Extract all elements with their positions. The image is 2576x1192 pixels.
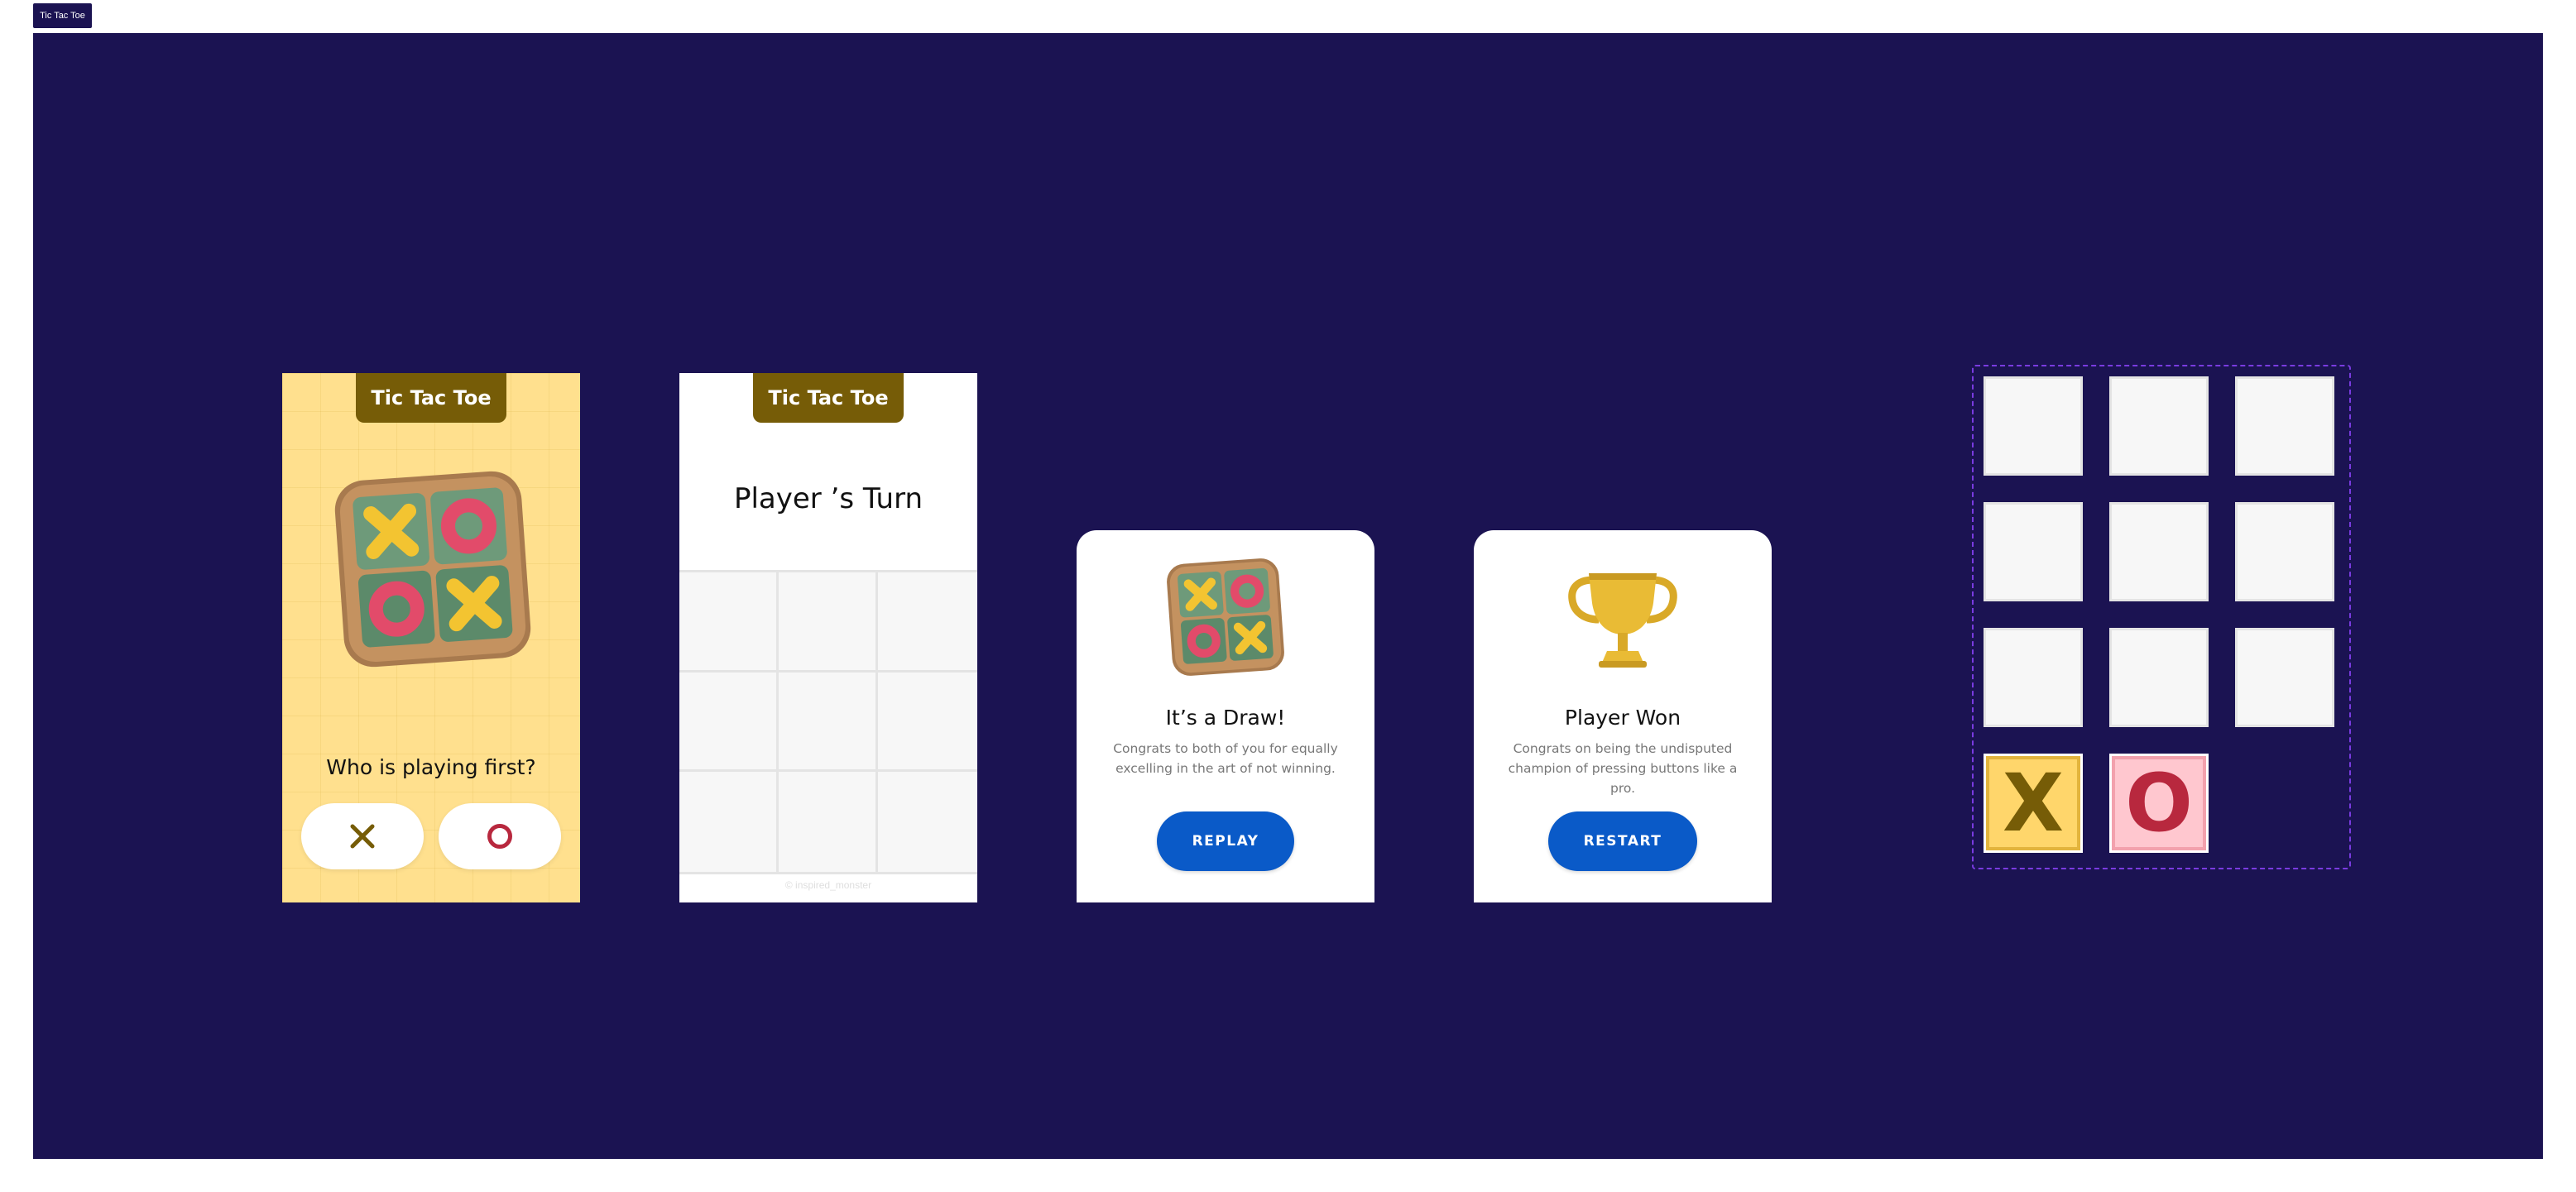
win-message-line: Congrats on being the undisputed	[1513, 741, 1733, 756]
board-cell[interactable]	[878, 772, 977, 872]
board-cell[interactable]	[779, 572, 878, 673]
board-cell[interactable]	[779, 672, 878, 773]
credit-text: © inspired_monster	[784, 879, 872, 891]
empty-tile[interactable]	[2235, 628, 2334, 727]
trophy-icon	[1568, 573, 1677, 668]
tile-components: X O	[1972, 365, 2351, 869]
board-cell[interactable]	[779, 772, 878, 872]
win-title: Player Won	[1564, 706, 1681, 730]
board-cell[interactable]	[679, 772, 779, 872]
x-tile-label: X	[2002, 757, 2064, 850]
game-board	[679, 570, 977, 874]
choose-o-button[interactable]	[439, 803, 561, 869]
o-tile[interactable]: O	[2109, 754, 2209, 853]
board-icon	[1167, 558, 1284, 676]
draw-message-line: excelling in the art of not winning.	[1115, 761, 1336, 776]
draw-card: It’s a Draw! Congrats to both of you for…	[1077, 530, 1374, 902]
game-screen: Tic Tac Toe Player ’s Turn © inspired_mo…	[679, 373, 977, 902]
empty-tile[interactable]	[2235, 376, 2334, 476]
board-cell[interactable]	[679, 672, 779, 773]
o-mark-icon	[487, 824, 512, 849]
start-screen: Tic Tac Toe Who is playing first?	[282, 373, 580, 902]
empty-tile[interactable]	[1984, 628, 2083, 727]
board-cell[interactable]	[679, 572, 779, 673]
first-player-prompt: Who is playing first?	[326, 755, 536, 779]
board-cell[interactable]	[878, 672, 977, 773]
empty-tile[interactable]	[2109, 502, 2209, 601]
design-canvas: Tic Tac Toe Who is playing first? Tic Ta…	[33, 33, 2543, 1159]
empty-tile[interactable]	[2235, 502, 2334, 601]
game-title: Tic Tac Toe	[753, 373, 904, 423]
empty-tile[interactable]	[1984, 502, 2083, 601]
start-title: Tic Tac Toe	[356, 373, 506, 423]
empty-tile[interactable]	[1984, 376, 2083, 476]
win-message: Congrats on being the undisputed champio…	[1499, 739, 1747, 798]
win-message-line: champion of pressing buttons like a pro.	[1508, 761, 1738, 796]
replay-button[interactable]: REPLAY	[1157, 811, 1294, 871]
draw-message-line: Congrats to both of you for equally	[1113, 741, 1338, 756]
choose-x-button[interactable]	[301, 803, 424, 869]
empty-tile[interactable]	[2109, 628, 2209, 727]
restart-button[interactable]: RESTART	[1548, 811, 1697, 871]
board-cell[interactable]	[878, 572, 977, 673]
board-icon	[334, 471, 531, 668]
file-tab[interactable]: Tic Tac Toe	[33, 3, 92, 28]
win-card: Player Won Congrats on being the undispu…	[1474, 530, 1772, 902]
x-tile[interactable]: X	[1984, 754, 2083, 853]
o-tile-label: O	[2125, 757, 2193, 850]
empty-tile[interactable]	[2109, 376, 2209, 476]
x-mark-icon	[350, 824, 375, 849]
turn-indicator: Player ’s Turn	[733, 482, 923, 515]
draw-title: It’s a Draw!	[1165, 706, 1286, 730]
draw-message: Congrats to both of you for equally exce…	[1101, 739, 1350, 778]
